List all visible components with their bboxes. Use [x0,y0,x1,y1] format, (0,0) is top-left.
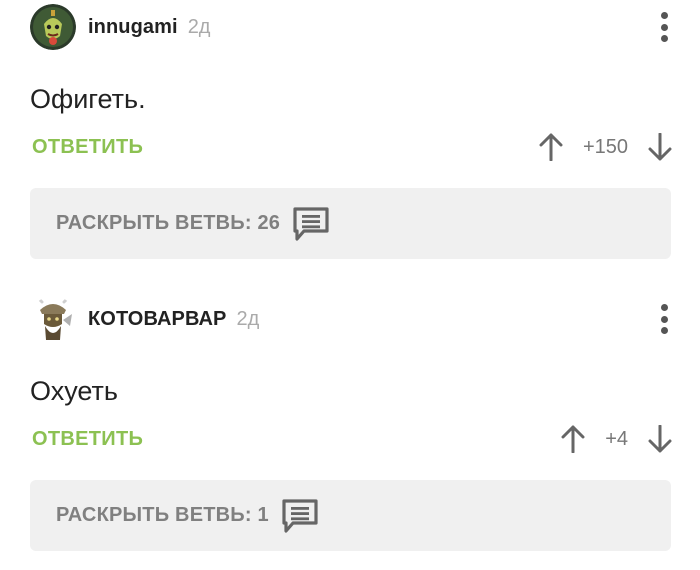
avatar[interactable] [30,296,76,342]
comment-bubble-icon [282,498,318,533]
score: +150 [582,135,628,158]
comment-text: Офигеть. [30,84,146,114]
expand-thread-label: РАСКРЫТЬ ВЕТВЬ: 26 [56,212,281,234]
username[interactable]: КОТОВАРВАР [88,308,227,331]
comment-header: innugami 2д [30,4,210,50]
upvote-arrow-icon[interactable] [559,423,587,455]
vote-controls: +4 [559,422,674,456]
more-options-icon[interactable] [658,12,670,42]
vote-controls: +150 [537,130,674,164]
score: +4 [605,427,628,450]
expand-thread-button[interactable]: РАСКРЫТЬ ВЕТВЬ: 26 [30,188,671,259]
comment-text: Охуеть [30,376,118,406]
comment-bubble-icon [293,206,329,241]
username[interactable]: innugami [88,16,178,39]
reply-button[interactable]: ОТВЕТИТЬ [32,428,143,451]
expand-thread-label: РАСКРЫТЬ ВЕТВЬ: 1 [56,504,269,526]
avatar[interactable] [30,4,76,50]
reply-button[interactable]: ОТВЕТИТЬ [32,136,143,159]
more-options-icon[interactable] [658,304,670,334]
comment-header: КОТОВАРВАР 2д [30,296,259,342]
expand-thread-button[interactable]: РАСКРЫТЬ ВЕТВЬ: 1 [30,480,671,551]
upvote-arrow-icon[interactable] [537,131,565,163]
downvote-arrow-icon[interactable] [646,423,674,455]
timestamp: 2д [236,307,260,330]
downvote-arrow-icon[interactable] [646,131,674,163]
timestamp: 2д [187,15,211,38]
